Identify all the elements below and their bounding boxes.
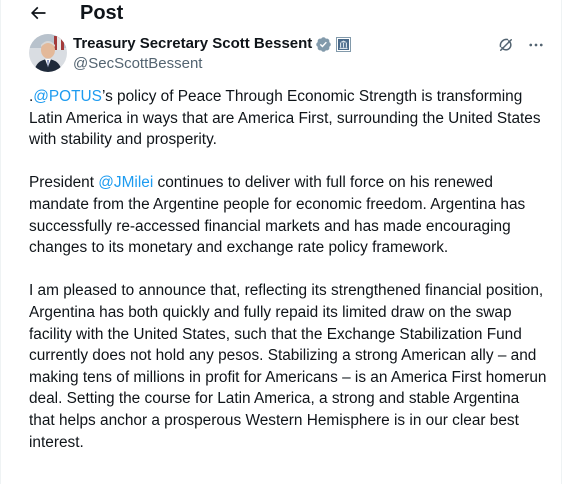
page-title: Post [80, 2, 124, 24]
back-button[interactable] [25, 0, 51, 26]
verified-badge-icon[interactable] [315, 36, 332, 53]
avatar[interactable] [29, 34, 67, 72]
post-author: Treasury Secretary Scott Bessent @SecSco… [29, 34, 545, 74]
grok-icon[interactable] [497, 36, 515, 54]
top-bar: Post [1, 0, 561, 26]
author-display-name[interactable]: Treasury Secretary Scott Bessent [73, 34, 312, 54]
author-handle[interactable]: @SecScottBessent [73, 54, 351, 74]
author-names: Treasury Secretary Scott Bessent @SecSco… [73, 34, 352, 74]
post-paragraph: President @JMilei continues to deliver w… [29, 172, 549, 258]
post-page: Post Treasury Secretary Scott Bessent @S… [0, 0, 562, 484]
mention-link-potus[interactable]: @POTUS [33, 88, 102, 105]
post-text: .@POTUS’s policy of Peace Through Econom… [29, 86, 549, 475]
paragraph-text: I am pleased to announce that, reflectin… [29, 282, 547, 451]
avatar-photo [29, 34, 67, 72]
paragraph-text: ’s policy of Peace Through Economic Stre… [29, 88, 541, 149]
paragraph-prefix: President [29, 174, 99, 192]
government-affiliation-icon[interactable] [336, 36, 352, 52]
post-actions [497, 34, 545, 54]
post-paragraph: I am pleased to announce that, reflectin… [29, 280, 549, 453]
post-paragraph: .@POTUS’s policy of Peace Through Econom… [29, 86, 549, 151]
name-line: Treasury Secretary Scott Bessent [73, 34, 352, 54]
mention-link-jmilei[interactable]: @JMilei [98, 174, 153, 191]
more-options-icon[interactable] [527, 36, 545, 54]
arrow-left-icon [30, 6, 46, 20]
